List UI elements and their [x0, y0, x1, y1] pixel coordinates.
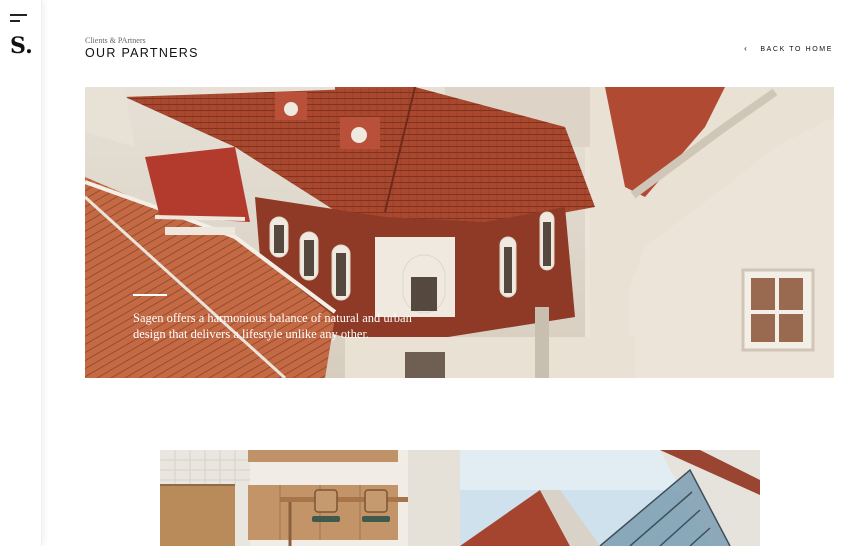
hero-divider — [133, 294, 167, 296]
hero-caption: Sagen offers a harmonious balance of nat… — [133, 311, 412, 341]
back-to-home-label: BACK TO HOME — [760, 45, 833, 53]
site-logo[interactable]: S. — [10, 33, 33, 59]
breadcrumb: Clients & PArtners — [85, 36, 146, 45]
page-title: OUR PARTNERS — [85, 46, 199, 60]
back-to-home-link[interactable]: ‹ BACK TO HOME — [744, 45, 833, 53]
hamburger-menu-icon[interactable] — [10, 13, 30, 25]
sidebar: S. — [0, 0, 42, 546]
kitchen-illustration — [160, 450, 460, 546]
gallery-image-kitchen[interactable] — [160, 450, 460, 546]
hero-image: Sagen offers a harmonious balance of nat… — [85, 87, 834, 378]
gallery-image-architecture[interactable] — [460, 450, 760, 546]
architecture-illustration — [460, 450, 760, 546]
partners-gallery — [160, 450, 760, 546]
chevron-left-icon: ‹ — [744, 44, 749, 53]
